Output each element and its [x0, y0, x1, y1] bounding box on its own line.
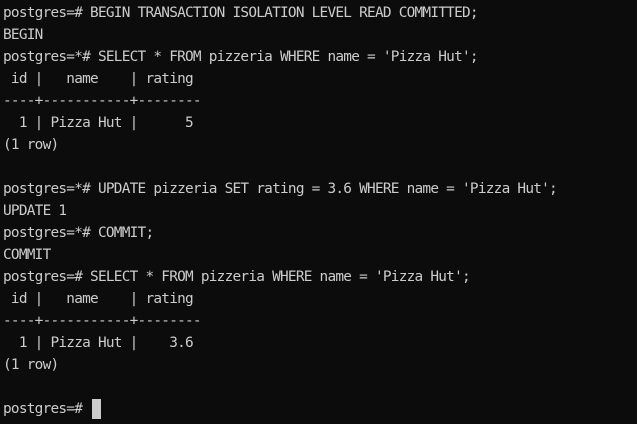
terminal-line-begin-command: postgres=# BEGIN TRANSACTION ISOLATION L…: [3, 5, 479, 21]
result-separator-2: ----+-----------+--------: [3, 313, 202, 329]
terminal-line-select-command-1: postgres=*# SELECT * FROM pizzeria WHERE…: [3, 49, 479, 65]
terminal-line-update-command: postgres=*# UPDATE pizzeria SET rating =…: [3, 181, 558, 197]
terminal-line-update-output: UPDATE 1: [3, 203, 67, 219]
terminal-line-commit-output: COMMIT: [3, 247, 51, 263]
row-count-1: (1 row): [3, 137, 59, 153]
terminal-prompt: postgres=#: [3, 401, 91, 417]
text-cursor: [92, 399, 102, 419]
result-row-2: 1 | Pizza Hut | 3.6: [3, 335, 194, 351]
terminal-prompt-line[interactable]: postgres=#: [3, 398, 637, 420]
row-count-2: (1 row): [3, 357, 59, 373]
terminal-line-begin-output: BEGIN: [3, 27, 43, 43]
result-header-1: id | name | rating: [3, 71, 194, 87]
terminal-window[interactable]: postgres=# BEGIN TRANSACTION ISOLATION L…: [0, 0, 637, 424]
result-row-1: 1 | Pizza Hut | 5: [3, 115, 194, 131]
terminal-line-commit-command: postgres=*# COMMIT;: [3, 225, 154, 241]
terminal-line-select-command-2: postgres=# SELECT * FROM pizzeria WHERE …: [3, 269, 471, 285]
result-separator-1: ----+-----------+--------: [3, 93, 202, 109]
result-header-2: id | name | rating: [3, 291, 194, 307]
